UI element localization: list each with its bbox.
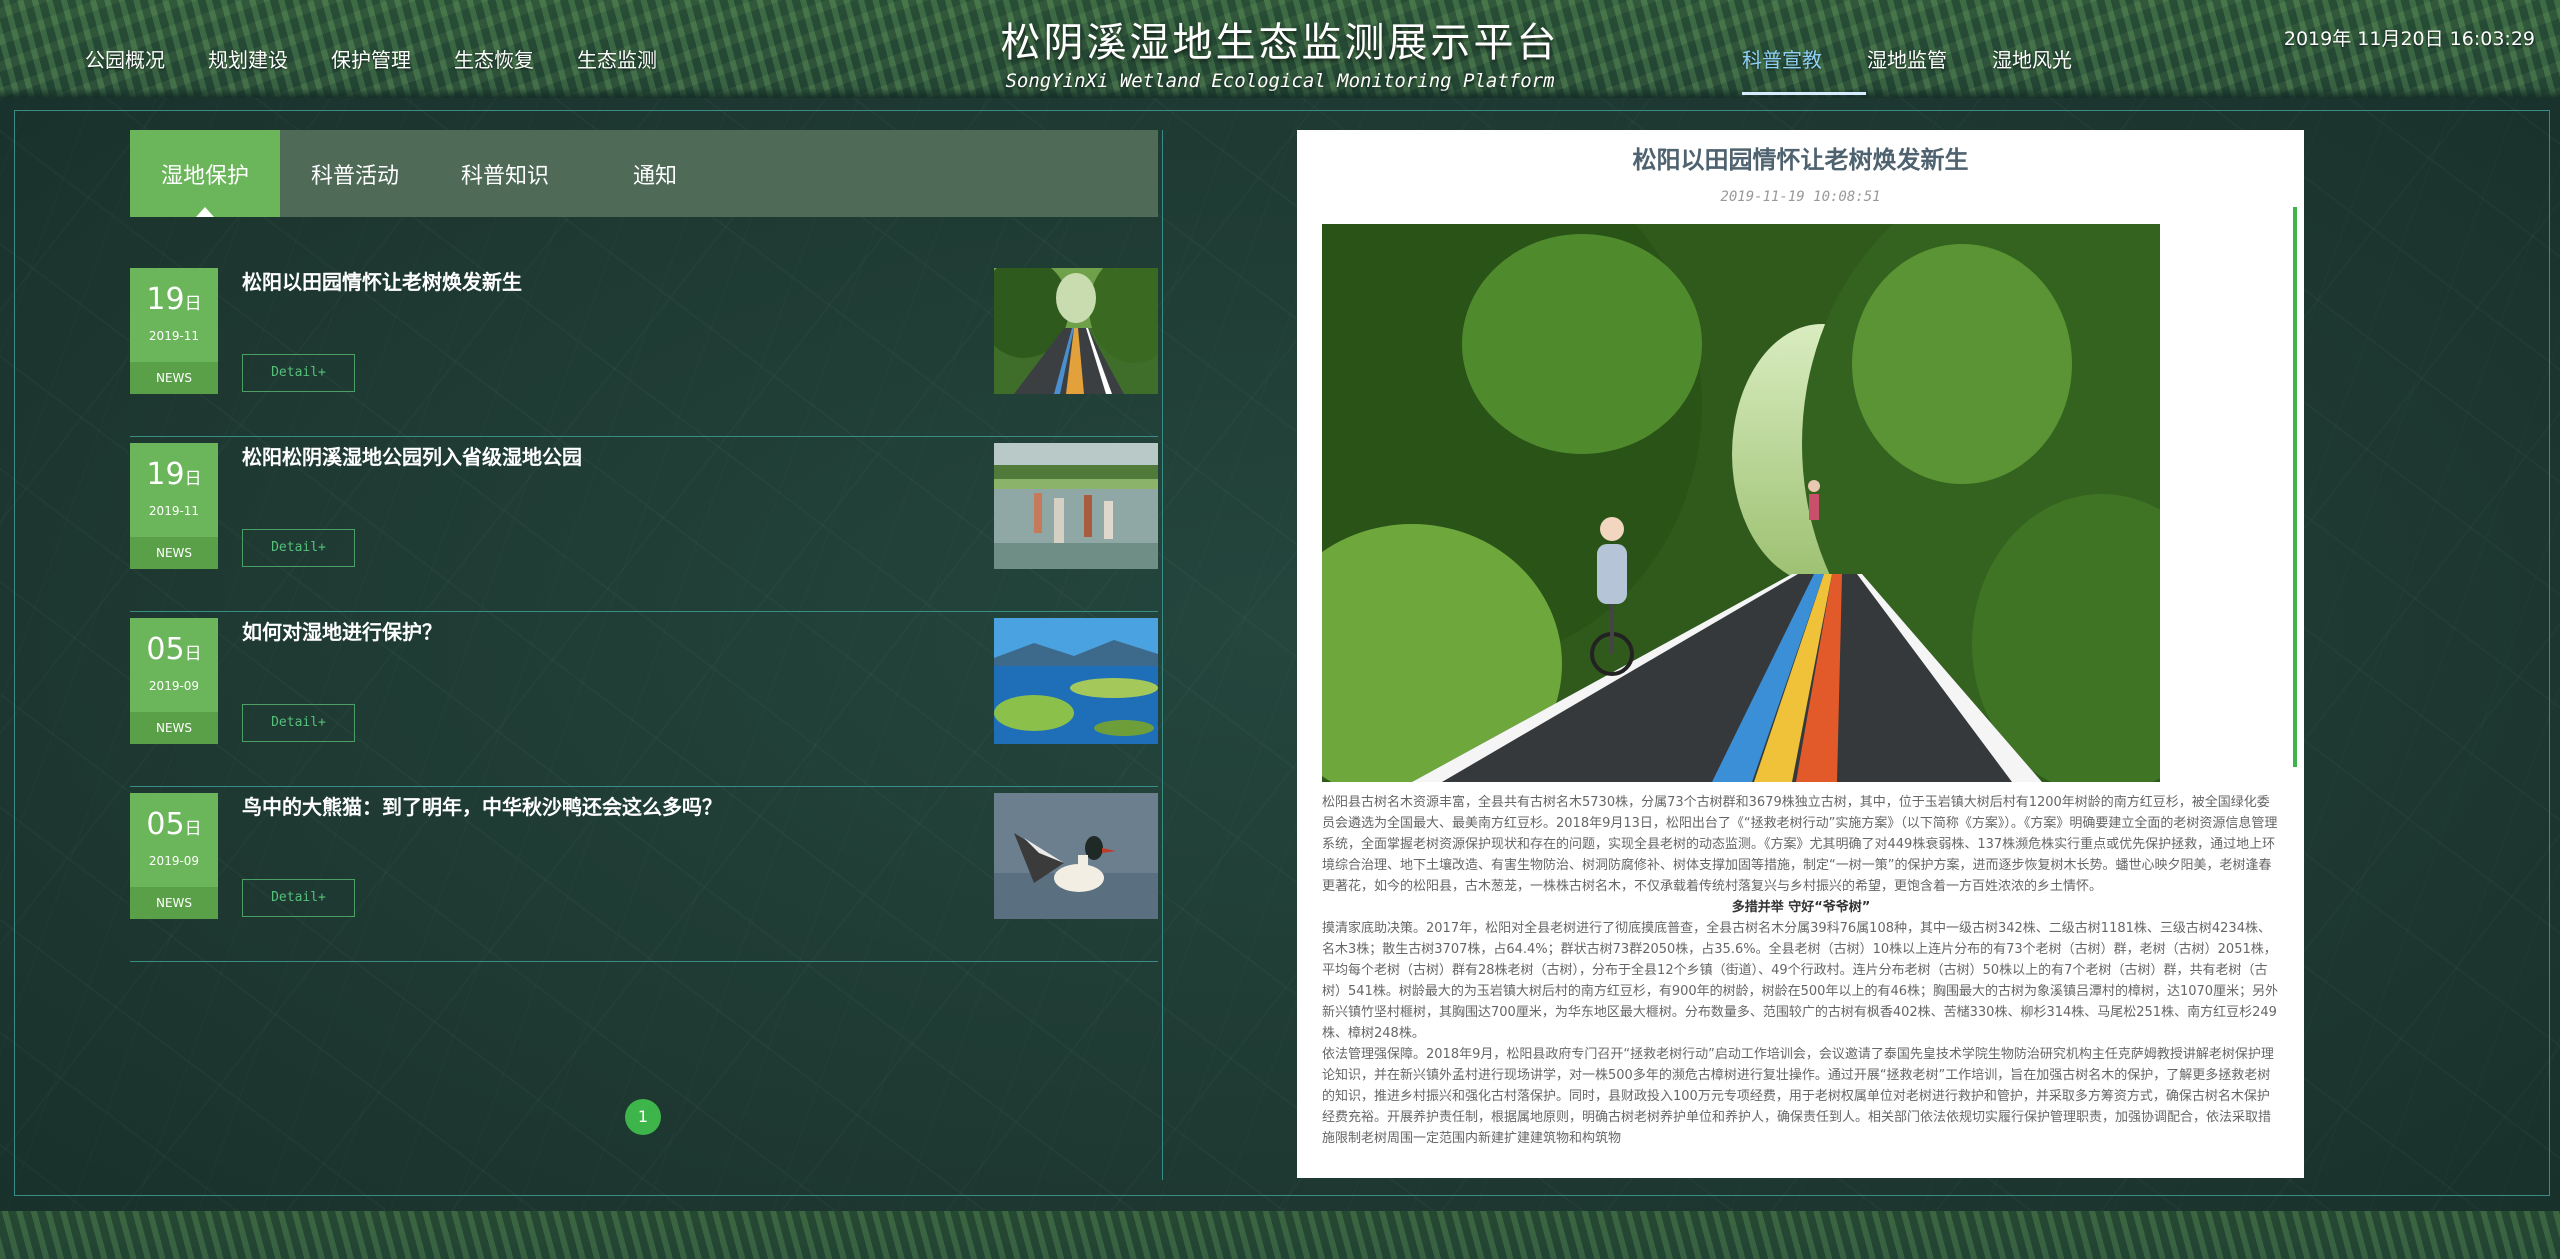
wetland-reflection-thumbnail[interactable] <box>994 443 1158 569</box>
date-day-unit: 日 <box>184 819 202 839</box>
article-paragraph: 依法管理强保障。2018年9月，松阳县政府专门召开“拯救老树行动”启动工作培训会… <box>1322 1047 2274 1146</box>
date-day: 05 <box>146 632 185 667</box>
article-paragraph: 松阳县古树名木资源丰富，全县共有古树名木5730株，分属73个古树群和3679株… <box>1322 795 2278 894</box>
nav-item-planning[interactable]: 规划建设 <box>208 44 288 73</box>
news-title[interactable]: 松阳松阴溪湿地公园列入省级湿地公园 <box>242 441 582 470</box>
news-title[interactable]: 鸟中的大熊猫：到了明年，中华秋沙鸭还会这么多吗？ <box>242 791 722 820</box>
pagination-page-1[interactable]: 1 <box>625 1099 661 1135</box>
date-day-unit: 日 <box>184 294 202 314</box>
panel-divider <box>1162 130 1163 1180</box>
nav-item-monitoring[interactable]: 生态监测 <box>577 44 657 73</box>
date-year-month: 2019-11 <box>148 504 200 518</box>
article-panel: 松阳以田园情怀让老树焕发新生 2019-11-19 10:08:51 松阳县古树… <box>1297 130 2304 1178</box>
forest-road-thumbnail[interactable] <box>994 268 1158 394</box>
date-day: 05 <box>146 807 185 842</box>
date-day-unit: 日 <box>184 644 202 664</box>
nav-item-scenery[interactable]: 湿地风光 <box>1992 44 2072 73</box>
news-list: 19日 2019-11 NEWS 松阳以田园情怀让老树焕发新生 Detail+ … <box>130 262 1158 962</box>
nav-item-protection[interactable]: 保护管理 <box>331 44 411 73</box>
tab-wetland-protection[interactable]: 湿地保护 <box>130 130 280 217</box>
list-item[interactable]: 05日 2019-09 NEWS 如何对湿地进行保护？ Detail+ <box>130 612 1158 787</box>
list-item[interactable]: 19日 2019-11 NEWS 松阳松阴溪湿地公园列入省级湿地公园 Detai… <box>130 437 1158 612</box>
page-title: 松阴溪湿地生态监测展示平台 SongYinXi Wetland Ecologic… <box>1000 10 1560 92</box>
article-body: 松阳县古树名木资源丰富，全县共有古树名木5730株，分属73个古树群和3679株… <box>1322 792 2280 1149</box>
date-day-unit: 日 <box>184 469 202 489</box>
category-tabs: 湿地保护 科普活动 科普知识 通知 <box>130 130 1158 217</box>
article-scrollbar[interactable] <box>2293 207 2297 767</box>
detail-button[interactable]: Detail+ <box>242 704 355 742</box>
list-item[interactable]: 05日 2019-09 NEWS 鸟中的大熊猫：到了明年，中华秋沙鸭还会这么多吗… <box>130 787 1158 962</box>
wetland-lake-thumbnail[interactable] <box>994 618 1158 744</box>
date-badge: 19日 2019-11 NEWS <box>130 443 218 569</box>
title-en: SongYinXi Wetland Ecological Monitoring … <box>1005 70 1555 92</box>
news-tag: NEWS <box>130 887 218 919</box>
nav-right: 科普宣教 湿地监管 湿地风光 <box>1742 44 2117 73</box>
nav-item-restoration[interactable]: 生态恢复 <box>454 44 534 73</box>
date-year-month: 2019-11 <box>148 329 200 343</box>
cyclist-forest-road-photo <box>1322 224 2160 782</box>
title-cn: 松阴溪湿地生态监测展示平台 <box>1000 20 1560 66</box>
tab-science-knowledge[interactable]: 科普知识 <box>430 130 580 217</box>
article-date: 2019-11-19 10:08:51 <box>1720 189 1881 205</box>
nav-item-science-education[interactable]: 科普宣教 <box>1742 44 1822 73</box>
article-title: 松阳以田园情怀让老树焕发新生 <box>1632 146 1969 174</box>
date-day: 19 <box>146 282 185 317</box>
news-title[interactable]: 如何对湿地进行保护？ <box>242 616 442 645</box>
article-subheading: 多措并举 守好“爷爷树” <box>1731 900 1871 915</box>
datetime: 2019年 11月20日 16:03:29 <box>2283 28 2535 50</box>
date-year-month: 2019-09 <box>148 854 200 868</box>
header-bar: 公园概况 规划建设 保护管理 生态恢复 生态监测 松阴溪湿地生态监测展示平台 S… <box>0 0 2560 98</box>
date-day: 19 <box>146 457 185 492</box>
news-tag: NEWS <box>130 712 218 744</box>
date-badge: 05日 2019-09 NEWS <box>130 793 218 919</box>
nav-left: 公园概况 规划建设 保护管理 生态恢复 生态监测 <box>85 44 700 73</box>
detail-button[interactable]: Detail+ <box>242 354 355 392</box>
article-paragraph: 摸清家底助决策。2017年，松阳对全县老树进行了彻底摸底普查，全县古树名木分属3… <box>1322 921 2279 1041</box>
merganser-duck-thumbnail[interactable] <box>994 793 1158 919</box>
nav-item-supervision[interactable]: 湿地监管 <box>1867 44 1947 73</box>
detail-button[interactable]: Detail+ <box>242 879 355 917</box>
date-badge: 19日 2019-11 NEWS <box>130 268 218 394</box>
news-tag: NEWS <box>130 537 218 569</box>
tab-notices[interactable]: 通知 <box>580 130 730 217</box>
date-year-month: 2019-09 <box>148 679 200 693</box>
news-tag: NEWS <box>130 362 218 394</box>
date-badge: 05日 2019-09 NEWS <box>130 618 218 744</box>
footer-strip <box>0 1211 2560 1259</box>
list-item[interactable]: 19日 2019-11 NEWS 松阳以田园情怀让老树焕发新生 Detail+ <box>130 262 1158 437</box>
detail-button[interactable]: Detail+ <box>242 529 355 567</box>
active-nav-underline <box>1742 92 1866 95</box>
tab-science-activities[interactable]: 科普活动 <box>280 130 430 217</box>
news-title[interactable]: 松阳以田园情怀让老树焕发新生 <box>242 266 522 295</box>
nav-item-park-overview[interactable]: 公园概况 <box>85 44 165 73</box>
